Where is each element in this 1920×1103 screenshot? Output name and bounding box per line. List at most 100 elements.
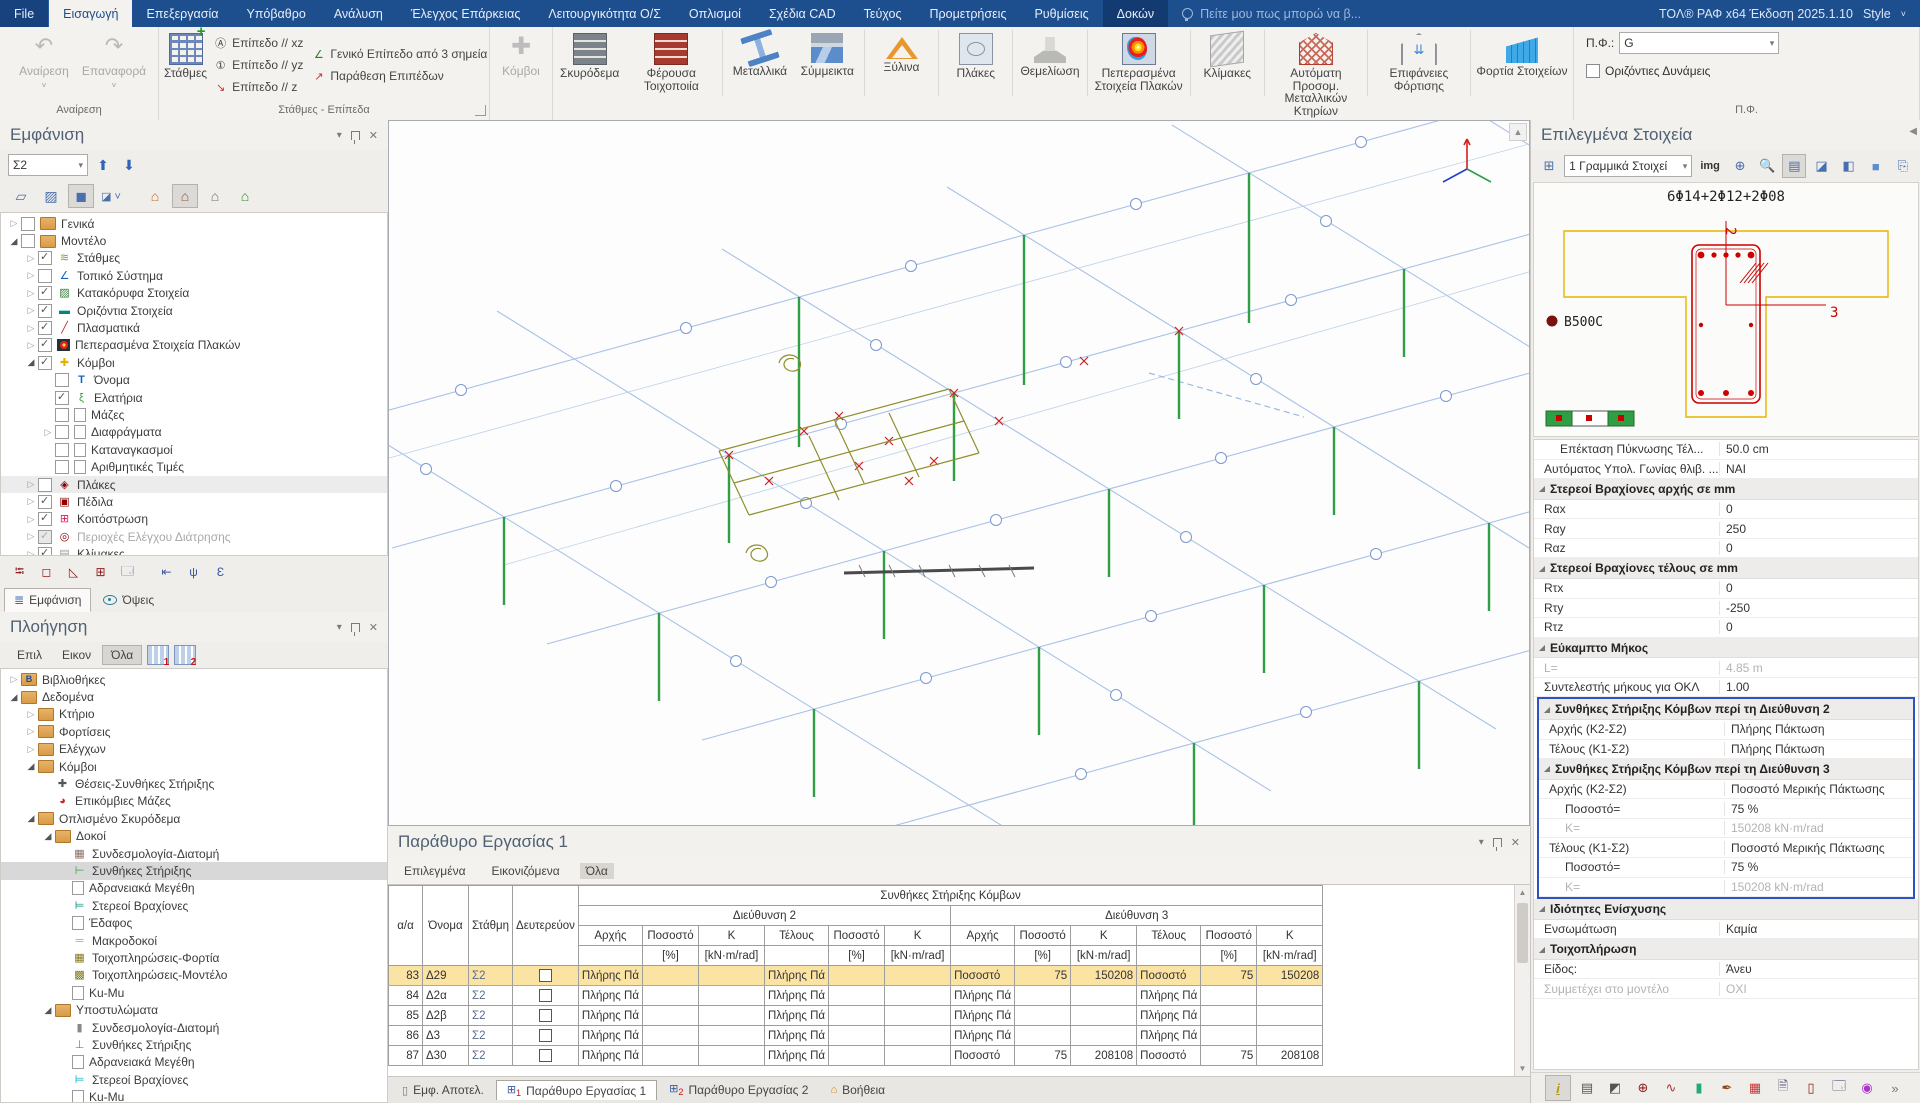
tree-item-Κu-Mu[interactable]: Κu-Mu (1, 984, 387, 1001)
property-row[interactable]: Rτx0 (1534, 579, 1918, 599)
bars-chart-icon[interactable]: ▮ (1687, 1076, 1711, 1100)
model-viewport[interactable]: ▲ (388, 120, 1530, 826)
tree-item-Στάθμες[interactable]: ▷≋Στάθμες (1, 250, 387, 267)
expander-icon[interactable]: ▷ (24, 496, 38, 507)
col-header-K[interactable]: K (885, 926, 951, 946)
col-header-K[interactable]: K (1257, 926, 1323, 946)
tree-checkbox[interactable] (38, 286, 52, 300)
panel-chevron-icon[interactable]: ▾ (1479, 837, 1484, 848)
expander-icon[interactable]: ▷ (24, 549, 38, 556)
col-header-Ποσοστό[interactable]: Ποσοστό (642, 926, 698, 946)
section-expander-icon[interactable]: ◢ (1534, 643, 1550, 652)
tree-checkbox[interactable] (55, 373, 69, 387)
tree-checkbox[interactable] (38, 269, 52, 283)
close-icon[interactable]: ✕ (369, 129, 378, 142)
tab-Όψεις[interactable]: Όψεις (93, 588, 164, 612)
panel-chevron-icon[interactable]: ▾ (337, 130, 342, 141)
expander-icon[interactable]: ◢ (41, 831, 55, 842)
viewport-scroll-up-icon[interactable]: ▲ (1509, 123, 1527, 141)
frame-selected-icon[interactable]: ⌂ (172, 184, 198, 208)
tree-item-Αριθμητικές Τιμές[interactable]: Αριθμητικές Τιμές (1, 458, 387, 475)
tree-item-Πεπερασμένα Στοιχεία Πλακών[interactable]: ▷Πεπερασμένα Στοιχεία Πλακών (1, 337, 387, 354)
table-2-icon[interactable] (174, 645, 196, 665)
expander-icon[interactable]: ◢ (7, 236, 21, 247)
tree-item-Ελέγχων[interactable]: ▷Ελέγχων (1, 741, 387, 758)
tree-item-Κτήριο[interactable]: ▷Κτήριο (1, 706, 387, 723)
hiddenline-cube-icon[interactable]: ▨ (38, 184, 64, 208)
view-solid-b-icon[interactable]: ◧ (1837, 154, 1861, 178)
pf-combo[interactable]: G ▾ (1619, 32, 1779, 54)
layers-db-icon[interactable]: ▤ (1575, 1076, 1599, 1100)
menu-tab-Ανάλυση[interactable]: Ανάλυση (320, 0, 397, 27)
tree-item-Δεδομένα[interactable]: ◢Δεδομένα (1, 688, 387, 705)
tree-item-Πλασματικά[interactable]: ▷╱Πλασματικά (1, 319, 387, 336)
tree-item-Περιοχές Ελέγχου Διάτρησης[interactable]: ▷◎Περιοχές Ελέγχου Διάτρησης (1, 528, 387, 545)
tree-item-Οριζόντια Στοιχεία[interactable]: ▷▬Οριζόντια Στοιχεία (1, 302, 387, 319)
expander-icon[interactable]: ▷ (24, 270, 38, 281)
tree-checkbox[interactable] (21, 234, 35, 248)
new-element-button-6[interactable]: Θεμελίωση (1017, 30, 1082, 80)
house-dark-icon[interactable]: ⌂ (202, 184, 228, 208)
expander-icon[interactable]: ▷ (7, 674, 21, 685)
tree-item-Έδαφος[interactable]: Έδαφος (1, 914, 387, 931)
level-small-button-1[interactable]: ①Επίπεδο // yz (210, 54, 306, 76)
tree-item-Πλάκες[interactable]: ▷◈Πλάκες (1, 476, 387, 493)
expander-icon[interactable]: ▷ (24, 479, 38, 490)
select-window-icon[interactable]: ◻ (35, 560, 58, 584)
add-node-icon[interactable]: ⊕ (1631, 1076, 1655, 1100)
col-header-Αρχής[interactable]: Αρχής (951, 926, 1015, 946)
col-header-Αρχής[interactable]: Αρχής (578, 926, 642, 946)
zoom-window-icon[interactable]: 🔍 (1755, 154, 1779, 178)
tree-item-Συνθήκες Στήριξης[interactable]: ⊢Συνθήκες Στήριξης (1, 862, 387, 879)
curves-chart-icon[interactable]: ∿ (1659, 1076, 1683, 1100)
frame-colored-icon[interactable]: ⌂ (142, 184, 168, 208)
expander-icon[interactable]: ▷ (24, 305, 38, 316)
property-row[interactable]: Ποσοστό=75 % (1539, 858, 1913, 878)
tree-checkbox[interactable] (38, 495, 52, 509)
section-expander-icon[interactable]: ◢ (1534, 564, 1550, 573)
house-green-icon[interactable]: ⌂ (232, 184, 258, 208)
tree-item-Στερεοί Βραχίονες[interactable]: ⊨Στερεοί Βραχίονες (1, 897, 387, 914)
new-element-button-8[interactable]: Κλίμακες (1195, 30, 1260, 82)
tree-item-Κόμβοι[interactable]: ◢Κόμβοι (1, 758, 387, 775)
copy-image-icon[interactable]: ⎘ (1891, 154, 1915, 178)
zoom-extents-icon[interactable]: ⊕ (1728, 154, 1752, 178)
property-row[interactable]: Αυτόματος Υπολ. Γωνίας θλιβ. ...ΝΑΙ (1534, 460, 1918, 480)
menu-tab-Οπλισμοί[interactable]: Οπλισμοί (675, 0, 755, 27)
scrollbar-thumb[interactable] (1517, 903, 1528, 963)
select-add-icon[interactable]: ⭾ (8, 560, 31, 584)
property-row[interactable]: Rτz0 (1534, 618, 1918, 638)
new-element-button-5[interactable]: Πλάκες (943, 30, 1008, 82)
property-row[interactable]: Rαy250 (1534, 519, 1918, 539)
close-icon[interactable]: ✕ (1511, 836, 1520, 849)
nav-tab-Εικον[interactable]: Εικον (53, 645, 100, 665)
property-row[interactable]: Επέκταση Πύκνωσης Τέλ...50.0 cm (1534, 440, 1918, 460)
level-small2-button-1[interactable]: ↗Παράθεση Επιπέδων (308, 65, 490, 87)
color-wheel-icon[interactable]: ◉ (1855, 1076, 1879, 1100)
property-row[interactable]: Αρχής (Κ2-Σ2)Ποσοστό Μερικής Πάκτωσης (1539, 780, 1913, 800)
tree-item-Όνομα[interactable]: TΌνομα (1, 372, 387, 389)
tree-item-Αδρανειακά Μεγέθη[interactable]: Αδρανειακά Μεγέθη (1, 1054, 387, 1071)
property-row[interactable]: Rαx0 (1534, 500, 1918, 520)
property-row[interactable]: Είδος:Άνευ (1534, 960, 1918, 980)
expander-icon[interactable]: ▷ (7, 218, 21, 229)
table-1-icon[interactable] (147, 645, 169, 665)
menu-tab-Λειτουργικότητα Ο/Σ[interactable]: Λειτουργικότητα Ο/Σ (534, 0, 675, 27)
tree-item-Θέσεις-Συνθήκες Στήριξης[interactable]: ✚Θέσεις-Συνθήκες Στήριξης (1, 775, 387, 792)
dimension-icon[interactable]: ⇤ (155, 560, 178, 584)
menu-tab-Σχέδια CAD[interactable]: Σχέδια CAD (755, 0, 850, 27)
tree-item-Κu-Mu[interactable]: Κu-Mu (1, 1088, 387, 1103)
clipboard-small-icon[interactable]: ▯ (1799, 1076, 1823, 1100)
section-expander-icon[interactable]: ◢ (1534, 904, 1550, 913)
tree-checkbox[interactable] (38, 547, 52, 556)
col-header-Ποσοστό[interactable]: Ποσοστό (1201, 926, 1257, 946)
level-small-button-0[interactable]: ⒶΕπίπεδο // xz (210, 32, 306, 54)
local-axes-icon[interactable]: Ɛ (209, 560, 232, 584)
expander-icon[interactable]: ◢ (24, 761, 38, 772)
col-header-Ποσοστό[interactable]: Ποσοστό (1015, 926, 1071, 946)
expander-icon[interactable]: ◢ (41, 1005, 55, 1016)
tree-checkbox[interactable] (38, 356, 52, 370)
table-row[interactable]: 86Δ3Σ2Πλήρης ΠάΠλήρης ΠάΠλήρης ΠάΠλήρης … (389, 1026, 1323, 1046)
table-row[interactable]: 83Δ29Σ2Πλήρης ΠάΠλήρης ΠάΠοσοστό75150208… (389, 966, 1323, 986)
scroll-up-icon[interactable]: ▲ (1515, 885, 1530, 900)
